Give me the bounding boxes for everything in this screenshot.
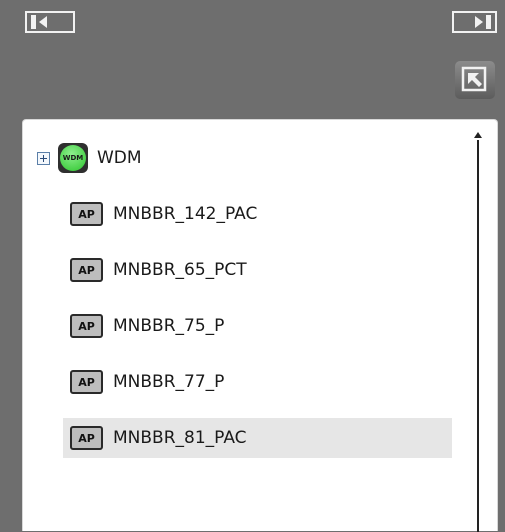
scrollbar-track[interactable] (477, 140, 479, 532)
tree-item[interactable]: AP MNBBR_142_PAC (70, 195, 257, 233)
tree-item[interactable]: AP MNBBR_75_P (70, 307, 224, 345)
ap-icon: AP (70, 314, 103, 338)
panel-expand-right-icon (486, 15, 491, 29)
tree-item-selected[interactable]: AP MNBBR_81_PAC (63, 418, 452, 458)
tree-item-label: MNBBR_81_PAC (113, 428, 247, 448)
tree-item-label: MNBBR_142_PAC (113, 204, 258, 224)
collapse-left-button[interactable] (25, 11, 75, 33)
tree-item-label: MNBBR_77_P (113, 372, 225, 392)
popout-arrow-icon (461, 66, 487, 92)
panel-collapse-left-icon (31, 15, 36, 29)
ap-icon: AP (70, 426, 103, 450)
tree-item-label: MNBBR_75_P (113, 316, 225, 336)
tree-panel: WDM WDM AP MNBBR_142_PAC AP MNBBR_65_PCT… (22, 119, 498, 532)
popout-button[interactable] (455, 61, 495, 99)
tree-node-wdm[interactable]: WDM WDM (37, 139, 142, 177)
expand-right-button[interactable] (452, 11, 497, 33)
ap-icon: AP (70, 258, 103, 282)
ap-icon: AP (70, 370, 103, 394)
wdm-icon-label: WDM (60, 145, 86, 171)
tree-node-label: WDM (97, 148, 142, 168)
scroll-up-arrow-icon[interactable] (474, 132, 482, 138)
tree-item-label: MNBBR_65_PCT (113, 260, 247, 280)
tree-item[interactable]: AP MNBBR_65_PCT (70, 251, 247, 289)
tree-item[interactable]: AP MNBBR_77_P (70, 363, 224, 401)
wdm-network-icon: WDM (58, 143, 88, 173)
ap-icon: AP (70, 202, 103, 226)
expand-icon[interactable] (37, 151, 50, 165)
